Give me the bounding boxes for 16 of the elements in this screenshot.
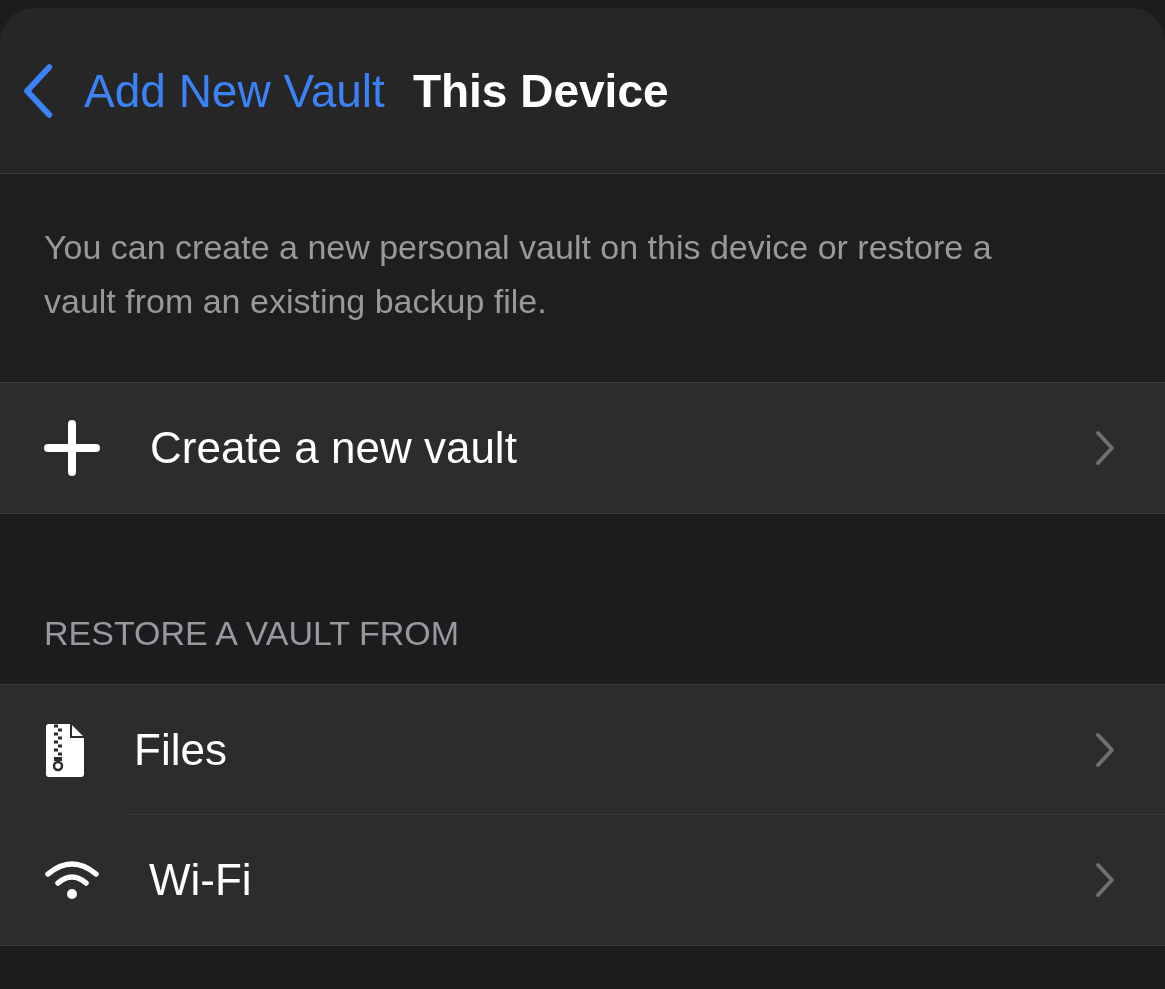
description-text: You can create a new personal vault on this device or restore a vault from an existing backup file.	[44, 227, 993, 322]
row-label: Wi-Fi	[149, 855, 253, 905]
restore-option-row[interactable]: Wi-Fi	[0, 815, 1165, 945]
chevron-icon	[1095, 862, 1115, 898]
screen-title: This Device	[412, 63, 669, 118]
plus-icon	[44, 420, 100, 476]
row-label: Create a new vault	[150, 423, 518, 473]
row-label: Files	[134, 724, 228, 775]
wifi-icon	[44, 860, 100, 900]
create-vault-row[interactable]: Create a new vault	[0, 382, 1165, 514]
back-button[interactable]: Add New Vault	[22, 60, 385, 121]
restore-option-row[interactable]: Files	[0, 685, 1165, 815]
chevron-icon	[1095, 430, 1115, 466]
section-header: RESTORE A VAULT FROM	[43, 614, 461, 654]
chevron-icon	[1095, 731, 1115, 768]
zip-file-icon	[44, 722, 86, 778]
